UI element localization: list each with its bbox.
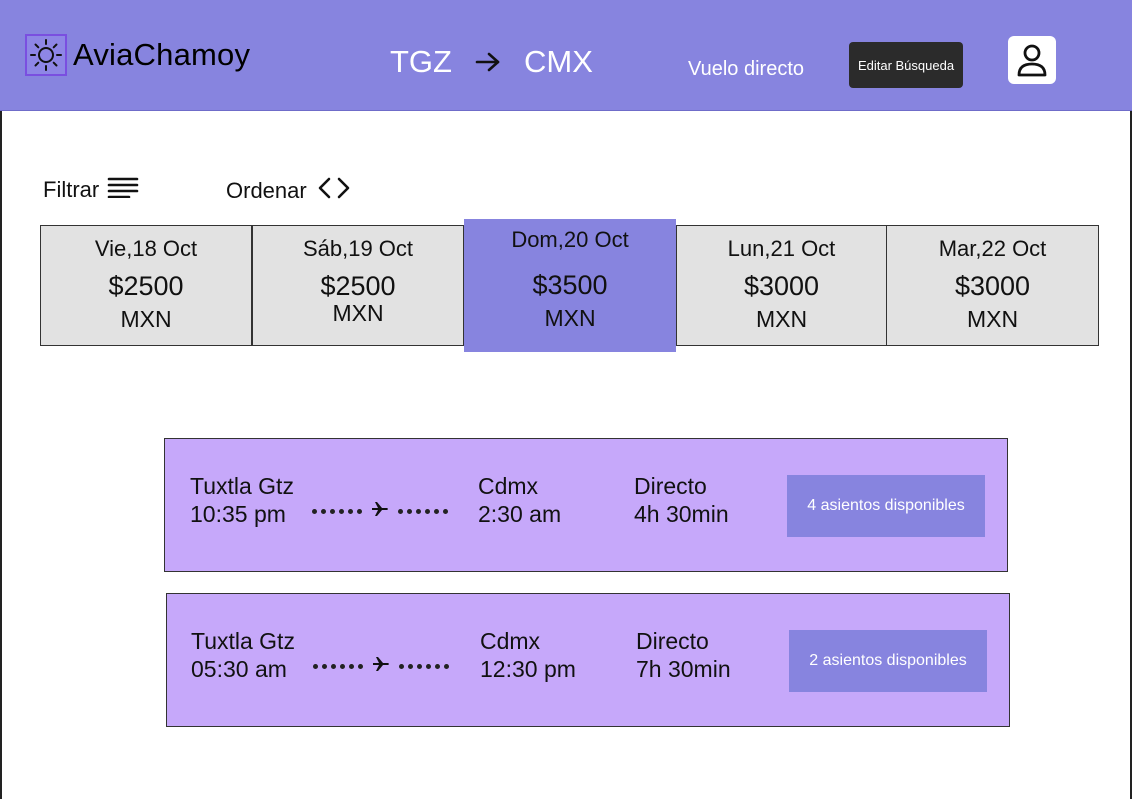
flight-path <box>313 656 449 677</box>
flight-origin: Tuxtla Gtz <box>190 473 294 499</box>
flight-destination: Cdmx <box>480 628 541 654</box>
user-icon[interactable] <box>1008 36 1056 84</box>
date-currency: MXN <box>544 305 596 331</box>
date-option[interactable]: Vie,18 Oct $2500 MXN <box>40 225 252 346</box>
date-label: Dom,20 Oct <box>511 227 629 252</box>
seats-available-badge[interactable]: 4 asientos disponibles <box>787 475 985 537</box>
top-bar: AviaChamoy TGZ CMX Vuelo directo Editar … <box>0 0 1132 111</box>
date-label: Sáb,19 Oct <box>302 236 414 261</box>
flight-path <box>312 501 448 522</box>
brand-logo[interactable]: AviaChamoy <box>25 34 250 76</box>
date-price: $3000 <box>954 271 1031 301</box>
date-label: Lun,21 Oct <box>727 236 836 261</box>
filter-button[interactable]: Filtrar <box>43 176 139 204</box>
flight-type-block: Directo 4h 30min <box>634 472 729 528</box>
flight-arrival-time: 2:30 am <box>478 501 562 527</box>
flight-origin-block: Tuxtla Gtz 05:30 am <box>191 627 295 683</box>
date-option[interactable]: Sáb,19 Oct $2500 MXN <box>252 225 464 346</box>
airplane-icon <box>372 656 390 677</box>
flight-arrival-time: 12:30 pm <box>480 656 576 682</box>
arrow-right-icon <box>474 50 502 74</box>
date-price: $2500 <box>320 271 396 301</box>
filter-label: Filtrar <box>43 177 100 202</box>
date-price: $3500 <box>532 270 608 300</box>
date-label: Vie,18 Oct <box>94 236 198 261</box>
edit-search-button[interactable]: Editar Búsqueda <box>849 42 963 88</box>
origin-code: TGZ <box>390 44 452 79</box>
flight-destination-block: Cdmx 12:30 pm <box>480 627 576 683</box>
date-currency: MXN <box>332 300 384 326</box>
flight-departure-time: 10:35 pm <box>190 501 286 527</box>
date-label: Mar,22 Oct <box>938 236 1047 261</box>
seats-available-badge[interactable]: 2 asientos disponibles <box>789 630 987 692</box>
sort-label: Ordenar <box>226 178 307 203</box>
date-currency: MXN <box>755 306 808 332</box>
flight-card[interactable]: Tuxtla Gtz 10:35 pm Cdmx 2:30 am Directo… <box>164 438 1008 572</box>
flight-destination-block: Cdmx 2:30 am <box>478 472 561 528</box>
sun-icon <box>25 34 67 76</box>
flight-origin-block: Tuxtla Gtz 10:35 pm <box>190 472 294 528</box>
sort-button[interactable]: Ordenar <box>226 176 353 206</box>
trip-type-label: Vuelo directo <box>688 58 804 80</box>
date-option[interactable]: Lun,21 Oct $3000 MXN <box>676 225 887 346</box>
date-option-selected[interactable]: Dom,20 Oct $3500 MXN <box>464 219 676 352</box>
date-currency: MXN <box>966 306 1019 332</box>
date-option[interactable]: Mar,22 Oct $3000 MXN <box>886 225 1099 346</box>
chevrons-left-right-icon <box>315 176 353 206</box>
flight-type: Directo <box>636 628 709 654</box>
destination-code: CMX <box>524 44 593 79</box>
date-price-selector: Vie,18 Oct $2500 MXN Sáb,19 Oct $2500 MX… <box>40 219 1099 353</box>
flight-departure-time: 05:30 am <box>191 656 287 682</box>
flight-card[interactable]: Tuxtla Gtz 05:30 am Cdmx 12:30 pm Direct… <box>166 593 1010 727</box>
flight-destination: Cdmx <box>478 473 539 499</box>
brand-name: AviaChamoy <box>73 37 251 72</box>
date-price: $3000 <box>743 271 820 301</box>
date-currency: MXN <box>120 306 172 332</box>
flight-type: Directo <box>634 473 707 499</box>
route-summary: TGZ CMX <box>390 44 593 80</box>
flight-duration: 4h 30min <box>634 501 729 527</box>
airplane-icon <box>371 501 389 522</box>
flight-origin: Tuxtla Gtz <box>191 628 295 654</box>
flight-type-block: Directo 7h 30min <box>636 627 731 683</box>
filter-lines-icon <box>107 176 139 204</box>
flight-duration: 7h 30min <box>636 656 731 682</box>
date-price: $2500 <box>108 271 184 301</box>
